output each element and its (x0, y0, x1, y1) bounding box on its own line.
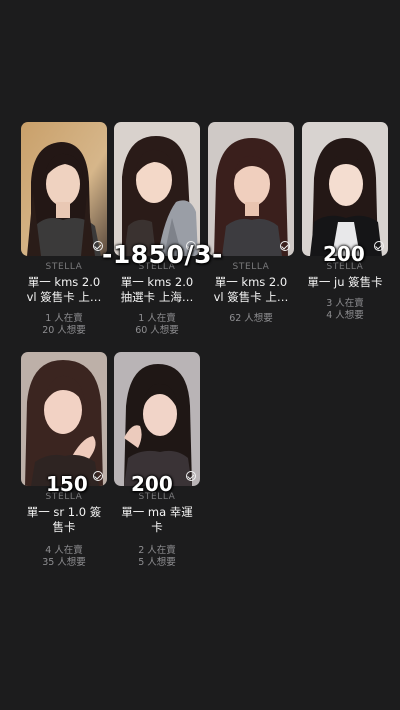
group-name: STELLA (45, 262, 83, 272)
wanted-count: 62 人想要 (229, 313, 273, 324)
card-title[interactable]: 單一 kms 2.0 vl 簽售卡 上… (17, 275, 111, 305)
collection-screen: STELLA 單一 kms 2.0 vl 簽售卡 上… 1 人在賣 20 人想要… (0, 0, 400, 710)
photocard-image[interactable] (21, 352, 107, 486)
card-title[interactable]: 單一 kms 2.0 vl 簽售卡 上… (204, 275, 298, 305)
price-label: 200 (323, 242, 365, 266)
portrait-image (21, 122, 107, 256)
photocard-image[interactable] (21, 122, 107, 256)
wanted-count: 60 人想要 (135, 325, 179, 336)
check-circle-icon[interactable] (186, 471, 196, 481)
portrait-image (302, 122, 388, 256)
wanted-count: 35 人想要 (42, 557, 86, 568)
check-circle-icon[interactable] (93, 471, 103, 481)
card-title[interactable]: 單一 kms 2.0 抽選卡 上海… (110, 275, 204, 305)
portrait-image (114, 352, 200, 486)
check-circle-icon[interactable] (280, 241, 290, 251)
wanted-count: 20 人想要 (42, 325, 86, 336)
portrait-image (114, 122, 200, 256)
price-label: 200 (131, 472, 173, 496)
price-label: 150 (46, 472, 88, 496)
photocard-image[interactable] (302, 122, 388, 256)
photocard-image[interactable] (208, 122, 294, 256)
card-title[interactable]: 單一 ma 幸運 卡 (110, 505, 204, 535)
card-title[interactable]: 單一 ju 簽售卡 (298, 275, 392, 290)
check-circle-icon[interactable] (374, 241, 384, 251)
photocard-image[interactable] (114, 122, 200, 256)
wanted-count: 5 人想要 (138, 557, 176, 568)
photocard-image[interactable] (114, 352, 200, 486)
portrait-image (208, 122, 294, 256)
wanted-count: 4 人想要 (326, 310, 364, 321)
portrait-image (21, 352, 107, 486)
card-title[interactable]: 單一 sr 1.0 簽 售卡 (17, 505, 111, 535)
range-price-label: -1850/3- (102, 240, 223, 269)
